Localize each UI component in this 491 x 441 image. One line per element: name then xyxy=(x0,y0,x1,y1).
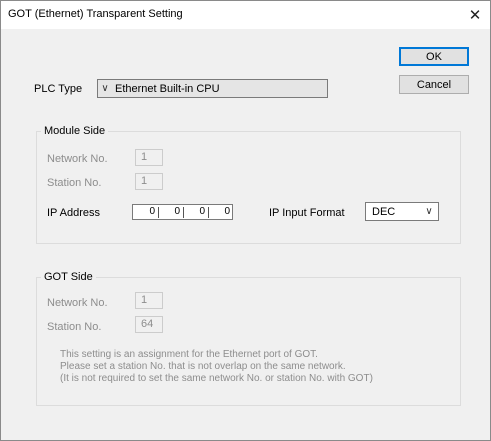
ip-address-label: IP Address xyxy=(47,207,100,219)
got-side-note: This setting is an assignment for the Et… xyxy=(60,349,373,385)
plc-type-label: PLC Type xyxy=(34,83,83,95)
ip-input-format-value: DEC xyxy=(372,205,396,218)
module-side-title: Module Side xyxy=(41,125,109,137)
module-station-label: Station No. xyxy=(47,177,102,189)
module-network-field: 1 xyxy=(135,149,163,166)
ip-octet-2: 0 xyxy=(174,206,180,217)
got-network-field: 1 xyxy=(135,292,163,309)
got-station-label: Station No. xyxy=(47,321,102,333)
note-line: Please set a station No. that is not ove… xyxy=(60,361,346,372)
ip-input-format-label: IP Input Format xyxy=(269,207,345,219)
got-station-field: 64 xyxy=(135,316,163,333)
got-side-title: GOT Side xyxy=(41,271,96,283)
dialog-window: GOT (Ethernet) Transparent Setting ✕ OK … xyxy=(0,0,491,441)
plc-type-value: Ethernet Built-in CPU xyxy=(115,82,220,95)
module-network-label: Network No. xyxy=(47,153,108,165)
cancel-button[interactable]: Cancel xyxy=(399,75,469,94)
note-line: This setting is an assignment for the Et… xyxy=(60,349,318,360)
ip-address-input[interactable]: 0 0 0 0 xyxy=(132,204,233,220)
ip-input-format-dropdown[interactable]: DEC ∨ xyxy=(365,202,439,221)
ip-octet-3: 0 xyxy=(199,206,205,217)
window-title: GOT (Ethernet) Transparent Setting xyxy=(8,8,183,20)
close-icon[interactable]: ✕ xyxy=(460,1,490,29)
plc-type-dropdown[interactable]: ∨ Ethernet Built-in CPU xyxy=(97,79,328,98)
chevron-down-icon: ∨ xyxy=(101,83,109,94)
got-network-label: Network No. xyxy=(47,297,108,309)
ip-octet-4: 0 xyxy=(224,206,230,217)
chevron-down-icon: ∨ xyxy=(425,206,433,217)
note-line: (It is not required to set the same netw… xyxy=(60,373,373,384)
module-station-field: 1 xyxy=(135,173,163,190)
ok-button[interactable]: OK xyxy=(399,47,469,66)
ip-octet-1: 0 xyxy=(149,206,155,217)
title-bar: GOT (Ethernet) Transparent Setting ✕ xyxy=(1,1,490,29)
